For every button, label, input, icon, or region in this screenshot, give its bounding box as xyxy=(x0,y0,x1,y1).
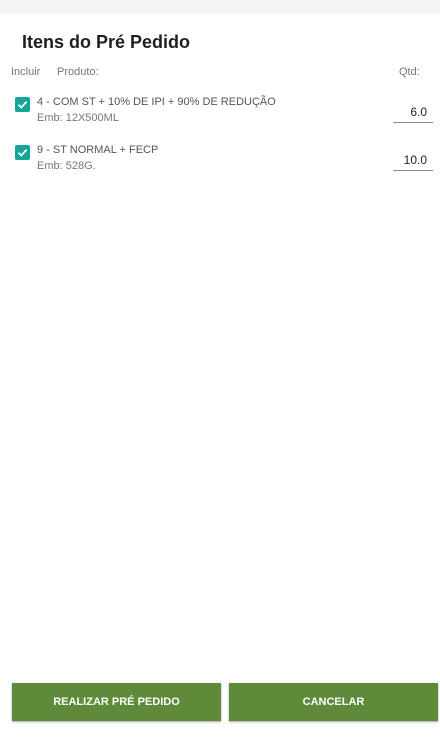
quantity-input[interactable] xyxy=(393,104,433,123)
check-icon xyxy=(17,148,28,157)
realizar-pre-pedido-button[interactable]: REALIZAR PRÉ PEDIDO xyxy=(12,683,221,721)
list-item: 4 - COM ST + 10% DE IPI + 90% DE REDUÇÃO… xyxy=(0,96,440,140)
dialog-title: Itens do Pré Pedido xyxy=(22,32,191,52)
include-checkbox[interactable] xyxy=(15,145,30,160)
quantity-input[interactable] xyxy=(393,152,433,171)
column-header-incluir: Incluir xyxy=(11,66,41,78)
product-name: 4 - COM ST + 10% DE IPI + 90% DE REDUÇÃO xyxy=(37,96,276,108)
check-icon xyxy=(17,100,28,109)
list-item: 9 - ST NORMAL + FECP Emb: 528G. xyxy=(0,144,440,188)
pre-pedido-dialog: Itens do Pré Pedido Incluir Produto: Qtd… xyxy=(0,14,440,737)
include-checkbox[interactable] xyxy=(15,97,30,112)
column-header-produto: Produto: xyxy=(57,66,99,78)
product-name: 9 - ST NORMAL + FECP xyxy=(37,144,159,156)
cancel-button[interactable]: CANCELAR xyxy=(229,683,438,721)
column-header-qtd: Qtd: xyxy=(399,66,420,78)
product-emb: Emb: 12X500ML xyxy=(37,112,119,124)
product-emb: Emb: 528G. xyxy=(37,160,96,172)
